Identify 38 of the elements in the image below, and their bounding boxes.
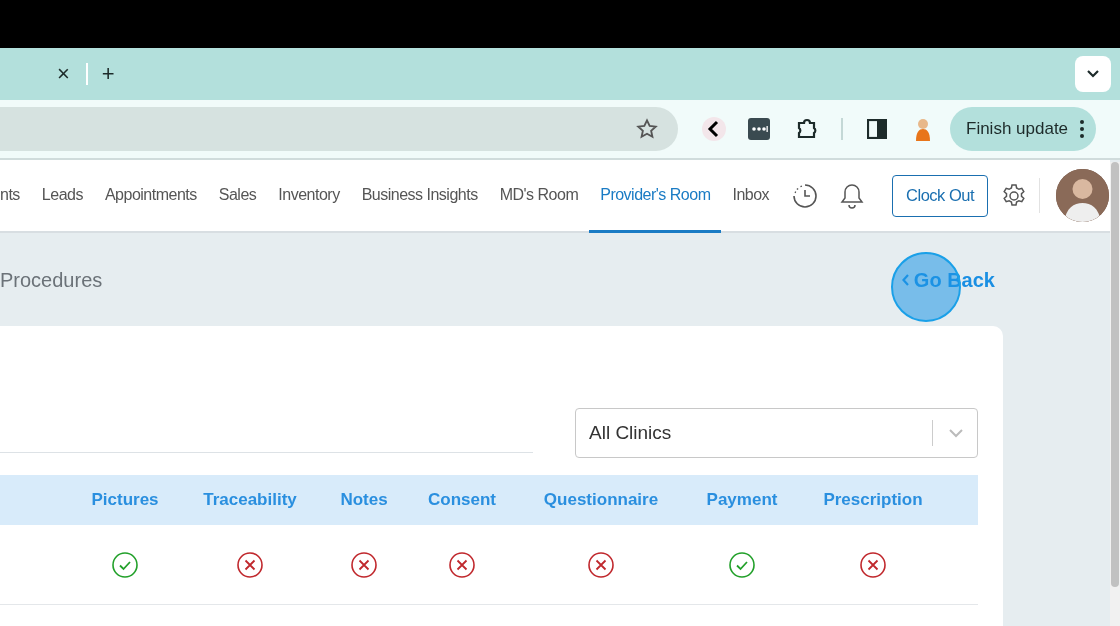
history-clock-icon[interactable] [792,182,819,209]
side-panel-icon[interactable] [867,119,887,139]
profile-icon[interactable] [914,117,932,141]
new-tab-button[interactable]: + [101,63,115,85]
chevron-left-icon [901,273,910,286]
nav-item[interactable]: Leads [30,160,94,233]
chevron-down-icon [948,428,964,438]
nav-item[interactable]: Business Insights [350,160,489,233]
tab-close-button[interactable]: × [57,63,70,85]
nav-item[interactable]: Appointments [93,160,208,233]
column-header: Prescription [823,490,923,510]
more-icon [1080,120,1085,138]
chevron-down-icon [1086,69,1100,79]
clock-out-button[interactable]: Clock Out [892,174,989,217]
bookmark-star-icon[interactable] [636,118,658,140]
column-header: Questionnaire [543,490,659,510]
chevron-left-icon[interactable] [702,117,726,141]
column-header: Pictures [91,490,159,510]
nav-item[interactable]: MD's Room [488,160,590,233]
column-header: Payment [706,490,778,510]
nav-item[interactable]: Inbox [721,160,781,233]
column-header: Notes [340,490,388,510]
settings-icon[interactable] [1001,182,1028,209]
nav-item[interactable]: nts [0,160,31,233]
password-manager-icon[interactable] [748,118,770,140]
clinic-select[interactable]: All Clinics [575,408,978,458]
nav-item[interactable]: Inventory [267,160,351,233]
column-header: Consent [428,490,496,510]
user-avatar[interactable] [1056,169,1110,222]
nav-item[interactable]: Sales [207,160,268,233]
column-header: Traceability [203,490,297,510]
finish-update-button[interactable]: Finish update [950,107,1097,151]
notification-bell-icon[interactable] [840,182,865,209]
scrollbar[interactable] [1111,162,1119,587]
page-title: Procedures [0,267,103,293]
extensions-icon[interactable] [795,117,819,141]
nav-item[interactable]: Provider's Room [589,160,722,233]
tab-search-button[interactable] [1075,56,1111,92]
